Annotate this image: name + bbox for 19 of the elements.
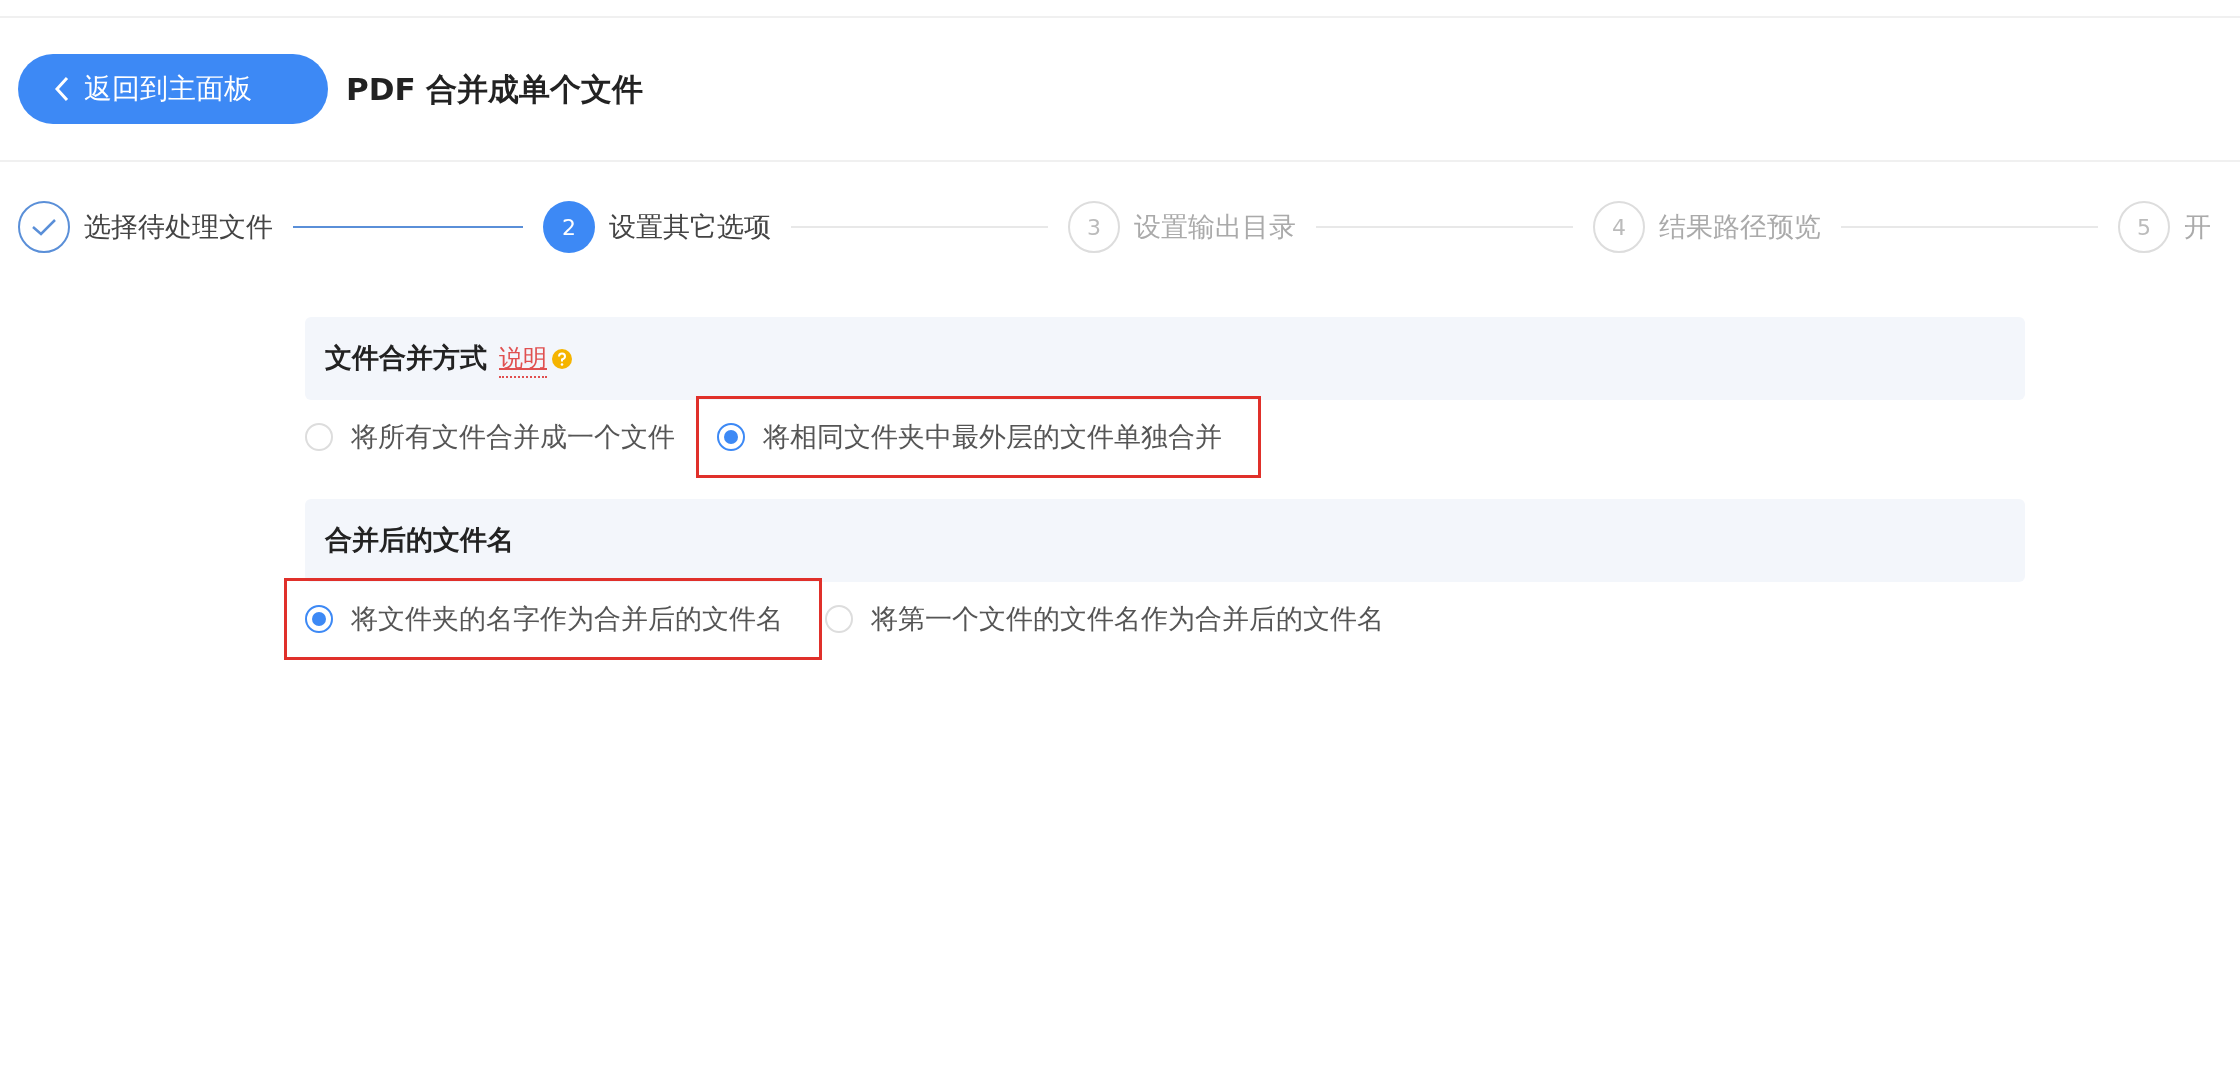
step-label: 设置输出目录 [1134,209,1296,244]
page-title: PDF 合并成单个文件 [346,69,644,109]
help-icon [551,347,573,370]
step-number: 4 [1593,201,1645,253]
step-number: 3 [1068,201,1120,253]
step-label: 开 [2184,209,2211,244]
radio-option[interactable]: 将所有文件合并成一个文件 [305,416,675,458]
step-label: 选择待处理文件 [84,209,273,244]
step-label: 设置其它选项 [609,209,771,244]
radio-option[interactable]: 将相同文件夹中最外层的文件单独合并 [717,416,1222,458]
section-title: 文件合并方式 [325,341,487,376]
step-number: 2 [543,201,595,253]
step-label: 结果路径预览 [1659,209,1821,244]
step-number: 5 [2118,201,2170,253]
radio-option[interactable]: 将第一个文件的文件名作为合并后的文件名 [825,598,1384,640]
radio-option[interactable]: 将文件夹的名字作为合并后的文件名 [305,598,783,640]
section-title: 合并后的文件名 [325,523,514,558]
chevron-left-icon [54,76,70,102]
help-link[interactable]: 说明 [499,339,547,378]
